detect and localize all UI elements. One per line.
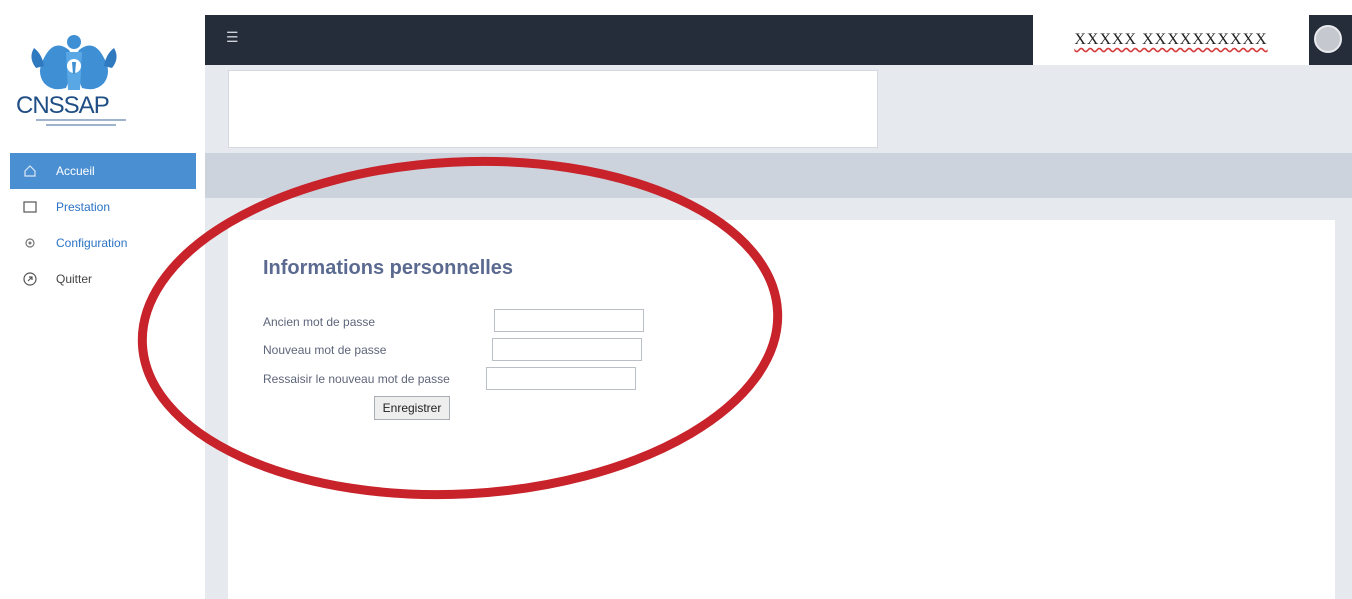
exit-icon (22, 271, 38, 287)
hamburger-icon[interactable]: ☰ (226, 29, 239, 46)
header-card (228, 70, 878, 148)
logo-text: CNSSAP (16, 92, 110, 119)
gear-icon (22, 235, 38, 251)
form-title: Informations personnelles (263, 257, 514, 279)
section-band (205, 153, 1352, 198)
sidebar-item-label: Configuration (56, 236, 128, 250)
user-name: XXXXX XXXXXXXXXX (1074, 31, 1268, 48)
save-button[interactable]: Enregistrer (374, 396, 450, 420)
home-icon (22, 163, 38, 179)
sidebar-item-prestation[interactable]: Prestation (10, 189, 196, 225)
old-password-field[interactable] (494, 309, 644, 332)
folder-icon (22, 199, 38, 215)
sidebar-item-accueil[interactable]: Accueil (10, 153, 196, 189)
sidebar: CNSSAP Accueil Prestation Configuration … (0, 0, 205, 599)
sidebar-item-label: Prestation (56, 200, 111, 214)
app-window: CNSSAP Accueil Prestation Configuration … (0, 0, 1352, 599)
logo-tagline (36, 119, 126, 126)
old-password-label: Ancien mot de passe (263, 315, 376, 329)
sidebar-nav: Accueil Prestation Configuration Quitter (10, 153, 196, 297)
confirm-password-label: Ressaisir le nouveau mot de passe (263, 372, 450, 386)
sidebar-item-label: Quitter (56, 272, 93, 286)
new-password-field[interactable] (492, 338, 642, 361)
sidebar-item-configuration[interactable]: Configuration (10, 225, 196, 261)
new-password-label: Nouveau mot de passe (263, 343, 387, 357)
top-bar: ☰ XXXXX XXXXXXXXXX (205, 15, 1352, 65)
sidebar-item-quitter[interactable]: Quitter (10, 261, 196, 297)
user-name-box[interactable]: XXXXX XXXXXXXXXX (1033, 15, 1309, 65)
avatar[interactable] (1314, 25, 1342, 53)
confirm-password-field[interactable] (486, 367, 636, 390)
sidebar-item-label: Accueil (56, 164, 95, 178)
